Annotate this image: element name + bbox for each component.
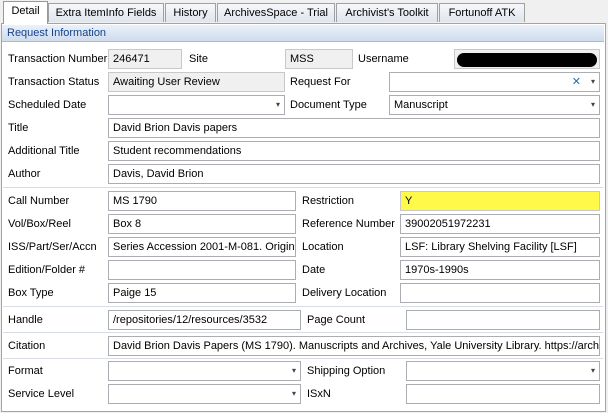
box-type-field[interactable]: Paige 15	[108, 283, 296, 303]
title-label: Title	[8, 122, 29, 134]
chevron-down-icon[interactable]: ▾	[292, 362, 296, 380]
tab-extra-iteminfo-fields[interactable]: Extra ItemInfo Fields	[48, 3, 164, 22]
delivery-location-field[interactable]	[400, 283, 600, 303]
transaction-status-field: Awaiting User Review	[108, 72, 285, 92]
chevron-down-icon[interactable]: ▾	[591, 362, 595, 380]
iss-part-field[interactable]: Series Accession 2001-M-081. Original	[108, 237, 296, 257]
divider	[3, 187, 603, 188]
tab-archivists-toolkit[interactable]: Archivist's Toolkit	[336, 3, 438, 22]
format-select[interactable]: ▾	[108, 361, 301, 381]
chevron-down-icon[interactable]: ▾	[591, 73, 595, 91]
vol-box-reel-field[interactable]: Box 8	[108, 214, 296, 234]
restriction-label: Restriction	[302, 195, 354, 207]
handle-label: Handle	[8, 314, 43, 326]
clear-icon[interactable]: ✕	[572, 73, 581, 91]
username-label: Username	[358, 53, 409, 65]
request-information-header: Request Information	[2, 25, 604, 42]
shipping-option-label: Shipping Option	[307, 365, 386, 377]
page-count-field[interactable]	[406, 310, 600, 330]
chevron-down-icon[interactable]: ▾	[591, 96, 595, 114]
chevron-down-icon[interactable]: ▾	[292, 385, 296, 403]
tab-fortunoff-atk[interactable]: Fortunoff ATK	[439, 3, 525, 22]
site-label: Site	[189, 53, 208, 65]
tab-detail[interactable]: Detail	[3, 1, 48, 24]
tab-history[interactable]: History	[165, 3, 216, 22]
author-label: Author	[8, 168, 41, 180]
call-number-label: Call Number	[8, 195, 70, 207]
page-count-label: Page Count	[307, 314, 366, 326]
call-number-field[interactable]: MS 1790	[108, 191, 296, 211]
title-field[interactable]: David Brion Davis papers	[108, 118, 600, 138]
document-type-label: Document Type	[290, 99, 367, 111]
vol-box-reel-label: Vol/Box/Reel	[8, 218, 71, 230]
scheduled-date-label: Scheduled Date	[8, 99, 87, 111]
additional-title-label: Additional Title	[8, 145, 80, 157]
request-for-select[interactable]: ✕ ▾	[389, 72, 600, 92]
service-level-label: Service Level	[8, 388, 75, 400]
author-field[interactable]: Davis, David Brion	[108, 164, 600, 184]
reference-number-label: Reference Number	[302, 218, 395, 230]
chevron-down-icon[interactable]: ▾	[276, 96, 280, 114]
site-field: MSS	[285, 49, 353, 69]
edition-folder-label: Edition/Folder #	[8, 264, 86, 276]
restriction-field[interactable]: Y	[400, 191, 600, 211]
transaction-number-label: Transaction Number	[8, 53, 108, 65]
shipping-option-select[interactable]: ▾	[406, 361, 600, 381]
transaction-number-field: 246471	[108, 49, 182, 69]
tab-archivesspace-trial[interactable]: ArchivesSpace - Trial	[217, 3, 335, 22]
isxn-label: ISxN	[307, 388, 331, 400]
document-type-select[interactable]: Manuscript ▾	[389, 95, 600, 115]
redaction-mark	[457, 53, 597, 67]
reference-number-field[interactable]: 39002051972231	[400, 214, 600, 234]
location-label: Location	[302, 241, 344, 253]
transaction-status-label: Transaction Status	[8, 76, 100, 88]
service-level-select[interactable]: ▾	[108, 384, 301, 404]
citation-label: Citation	[8, 340, 46, 352]
document-type-value: Manuscript	[394, 99, 448, 111]
isxn-field[interactable]	[406, 384, 600, 404]
citation-field[interactable]: David Brion Davis Papers (MS 1790). Manu…	[108, 336, 600, 356]
iss-part-label: ISS/Part/Ser/Accn	[8, 241, 97, 253]
format-label: Format	[8, 365, 43, 377]
date-label: Date	[302, 264, 326, 276]
divider	[3, 332, 603, 333]
location-field[interactable]: LSF: Library Shelving Facility [LSF]	[400, 237, 600, 257]
request-for-label: Request For	[290, 76, 351, 88]
date-field[interactable]: 1970s-1990s	[400, 260, 600, 280]
delivery-location-label: Delivery Location	[302, 287, 387, 299]
handle-field[interactable]: /repositories/12/resources/3532	[108, 310, 301, 330]
box-type-label: Box Type	[8, 287, 54, 299]
edition-folder-field[interactable]	[108, 260, 296, 280]
divider	[3, 358, 603, 359]
tab-bar: Detail Extra ItemInfo Fields History Arc…	[0, 0, 608, 25]
additional-title-field[interactable]: Student recommendations	[108, 141, 600, 161]
divider	[3, 306, 603, 307]
scheduled-date-picker[interactable]: ▾	[108, 95, 285, 115]
